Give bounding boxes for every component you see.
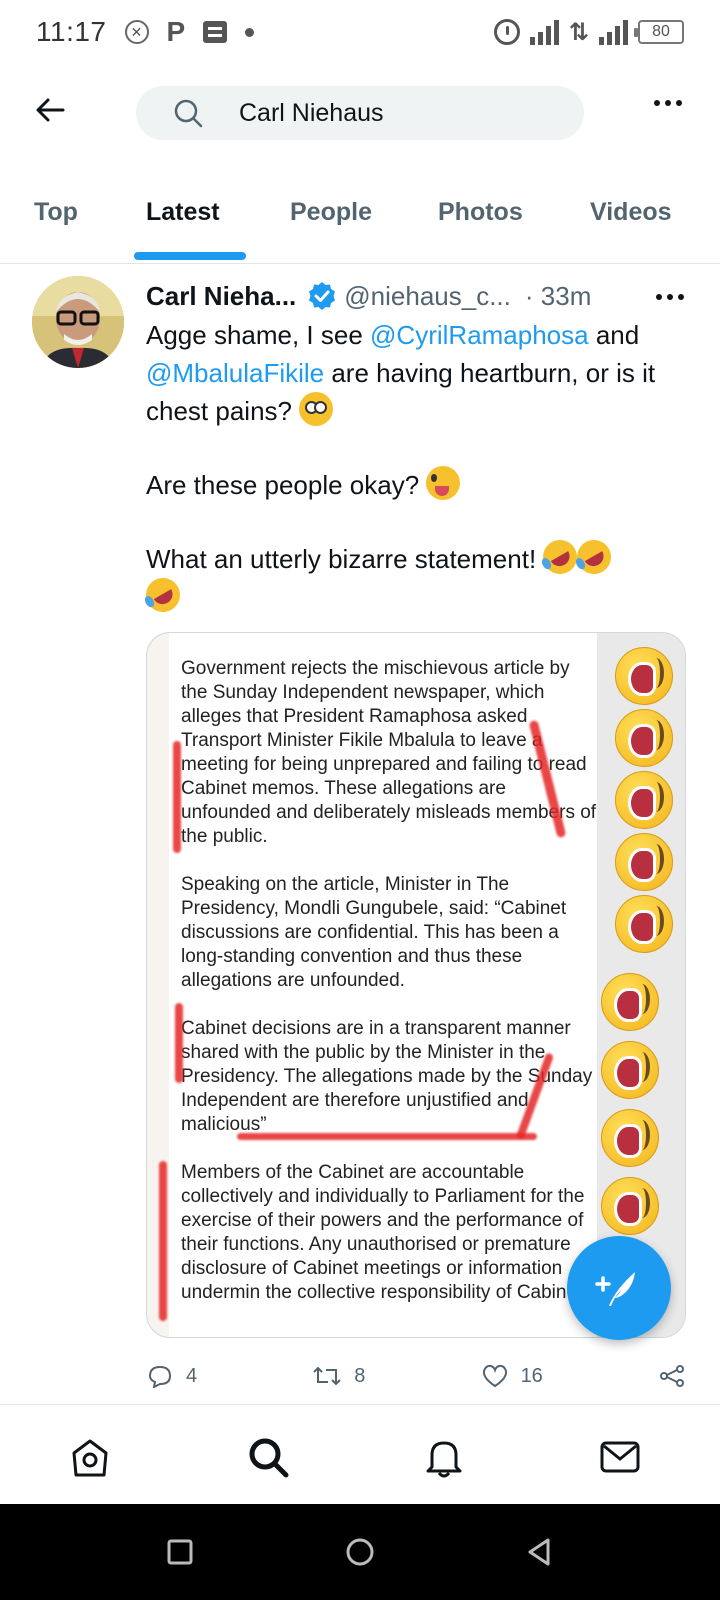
retweet-count: 8 [354, 1364, 366, 1387]
emoji-column [597, 633, 685, 1337]
nav-home[interactable] [68, 1435, 112, 1479]
nav-messages[interactable] [598, 1435, 642, 1479]
tweet-text-part: and [588, 320, 640, 350]
back-arrow-icon [36, 98, 65, 122]
tweet-header: Carl Nieha... @niehaus_c... · 33m [146, 276, 686, 316]
tab-people[interactable]: People [290, 198, 372, 227]
search-query: Carl Niehaus [239, 98, 384, 127]
tab-photos[interactable]: Photos [438, 198, 523, 227]
rofl-emoji-icon [601, 1177, 659, 1235]
rofl-emoji-icon [615, 833, 673, 891]
eye-roll-emoji-icon [299, 392, 334, 426]
retweet-icon [313, 1366, 341, 1386]
rofl-emoji-icon [615, 709, 673, 767]
red-highlight-mark [237, 1133, 537, 1140]
notification-x-icon: ✕ [124, 20, 149, 44]
red-highlight-mark [173, 741, 181, 853]
share-button[interactable] [658, 1364, 686, 1388]
search-header: Carl Niehaus [0, 64, 720, 164]
more-options-icon[interactable] [654, 100, 682, 106]
message-icon [203, 21, 228, 43]
author-name[interactable]: Carl Nieha... [146, 281, 296, 312]
mention-link[interactable]: @MbalulaFikile [146, 358, 324, 388]
rofl-emoji-icon [601, 973, 659, 1031]
tab-top[interactable]: Top [34, 198, 78, 227]
like-button[interactable]: 16 [481, 1364, 543, 1388]
reply-button[interactable]: 4 [146, 1364, 197, 1388]
back-button[interactable] [30, 90, 70, 130]
reply-count: 4 [186, 1364, 198, 1387]
search-tabs: Top Latest People Photos Videos [0, 178, 720, 264]
active-tab-indicator [134, 252, 246, 260]
rofl-emoji-icon [139, 571, 187, 619]
dot-icon [245, 27, 255, 37]
avatar-image [32, 276, 124, 368]
statement-paragraph: Members of the Cabinet are accountable c… [181, 1162, 588, 1303]
tweet[interactable]: Carl Nieha... @niehaus_c... · 33m Agge s… [0, 266, 720, 1402]
rofl-emoji-icon [601, 1041, 659, 1099]
signal-icon [529, 19, 559, 45]
bottom-navigation [0, 1404, 720, 1504]
verified-badge-icon [309, 282, 336, 310]
share-icon [659, 1365, 684, 1387]
alarm-icon [493, 19, 520, 45]
nav-search[interactable] [246, 1435, 290, 1479]
status-bar: 11:17 ✕ P ⇅ 80 [0, 0, 720, 64]
hplus-signal-icon [599, 19, 628, 45]
tweet-text-part: What an utterly bizarre statement! [146, 544, 544, 574]
battery-icon: 80 [634, 20, 684, 44]
battery-level: 80 [652, 23, 670, 40]
search-icon [249, 1438, 289, 1478]
retweet-button[interactable]: 8 [312, 1364, 365, 1388]
system-navigation-bar [0, 1504, 720, 1600]
rofl-emoji-icon [571, 533, 618, 581]
rofl-emoji-icon [615, 895, 673, 953]
compose-tweet-button[interactable] [567, 1236, 671, 1340]
notifications-icon [426, 1441, 462, 1478]
rofl-emoji-icon [615, 647, 673, 705]
search-input[interactable]: Carl Niehaus [136, 86, 584, 140]
back-triangle-icon [528, 1538, 550, 1566]
nav-notifications[interactable] [422, 1435, 466, 1479]
heart-icon [482, 1364, 507, 1388]
rofl-emoji-icon [615, 771, 673, 829]
recents-button[interactable] [164, 1536, 196, 1568]
tab-latest[interactable]: Latest [146, 198, 220, 227]
data-arrows-icon: ⇅ [568, 18, 589, 46]
home-system-button[interactable] [344, 1536, 376, 1568]
avatar[interactable] [32, 276, 124, 368]
tweet-image[interactable]: Government rejects the mischievous artic… [146, 632, 686, 1338]
messages-icon [600, 1441, 640, 1473]
p-icon: P [166, 16, 186, 47]
home-icon [72, 1439, 108, 1477]
tweet-text: Agge shame, I see @CyrilRamaphosa and @M… [139, 316, 686, 619]
compose-feather-icon [595, 1272, 635, 1306]
status-time: 11:17 [36, 16, 107, 47]
statement-paragraph: Speaking on the article, Minister in The… [181, 874, 567, 991]
tweet-text-part: Agge shame, I see [146, 320, 371, 350]
author-handle[interactable]: @niehaus_c... [344, 281, 511, 312]
tab-videos[interactable]: Videos [590, 198, 672, 227]
home-circle-icon [346, 1538, 374, 1566]
reply-icon [148, 1365, 172, 1388]
zany-face-emoji-icon [426, 466, 461, 500]
tweet-actions: 4 8 16 [146, 1356, 686, 1396]
search-icon [174, 99, 203, 128]
tweet-text-part: Are these people okay? [146, 470, 427, 500]
rofl-emoji-icon [601, 1109, 659, 1167]
tweet-time[interactable]: · 33m [525, 281, 591, 312]
recents-icon [167, 1539, 193, 1565]
like-count: 16 [520, 1364, 543, 1387]
red-highlight-mark [159, 1161, 167, 1321]
tweet-more-icon[interactable] [656, 294, 684, 300]
red-highlight-mark [175, 1003, 183, 1083]
back-system-button[interactable] [524, 1536, 556, 1568]
mention-link[interactable]: @CyrilRamaphosa [370, 320, 589, 350]
